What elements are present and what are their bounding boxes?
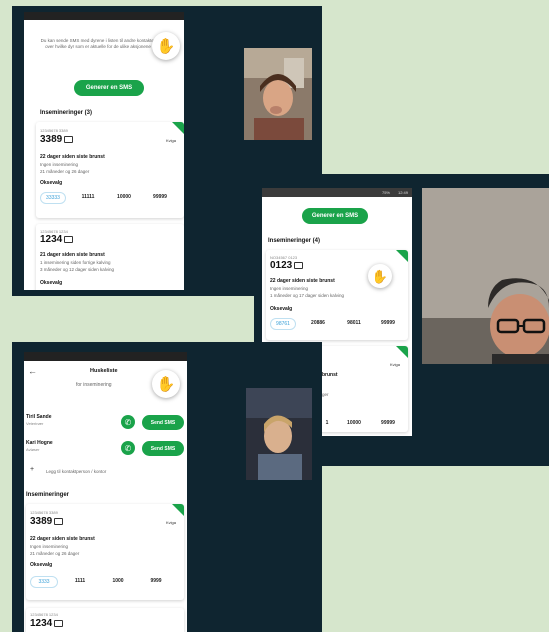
generate-sms-button[interactable]: Generer en SMS xyxy=(74,80,144,96)
bull-option-selected[interactable]: 3333 xyxy=(30,576,58,588)
insemination-card[interactable]: 12345678 1234 1234 21 dager siden siste … xyxy=(36,224,184,290)
participant-video-child xyxy=(246,388,312,480)
contact-role: Avløser xyxy=(26,447,40,452)
calving-text: 1 måneder og 17 dager siden kalving xyxy=(270,293,345,298)
animal-id-small: 12345678 3389 xyxy=(40,128,68,133)
animal-id: 3389 xyxy=(30,516,53,527)
ear-tag-icon xyxy=(64,235,74,243)
participant-video-image xyxy=(246,388,312,480)
raise-hand-button[interactable]: ✋ xyxy=(368,264,392,288)
call-phone-icon[interactable]: ✆ xyxy=(121,415,135,429)
screen-subtitle: for inseminering xyxy=(76,382,112,388)
bull-option[interactable]: 99999 xyxy=(376,320,400,326)
status-corner xyxy=(396,346,408,358)
bull-option[interactable]: 20886 xyxy=(306,320,330,326)
add-contact-link[interactable]: Legg til kontaktperson / kontor xyxy=(46,469,106,474)
status-corner xyxy=(396,250,408,262)
okse-label: Oksevalg xyxy=(40,280,63,286)
raised-hand-icon: ✋ xyxy=(371,268,389,284)
raised-hand-icon: ✋ xyxy=(156,37,176,55)
shared-phone-screen-1: Du kan sende SMS med dyrene i listen til… xyxy=(24,12,184,290)
ear-tag-icon xyxy=(54,619,64,627)
section-title: Insemineringer (3) xyxy=(40,110,93,116)
bull-option[interactable]: 99999 xyxy=(148,194,172,200)
insemination-status: Ingen inseminering xyxy=(30,544,69,549)
sms-note: Du kan sende SMS med dyrene i listen til… xyxy=(40,38,156,49)
raise-hand-button[interactable]: ✋ xyxy=(152,32,180,60)
participant-video-man xyxy=(422,188,549,364)
bull-option[interactable]: 1000 xyxy=(106,578,130,584)
participant-video-woman xyxy=(244,48,312,140)
insemination-status: 1 inseminering siden forrige kalving xyxy=(40,260,111,265)
bull-option[interactable]: 10000 xyxy=(342,420,366,426)
section-title: Insemineringer xyxy=(26,492,70,498)
insemination-card[interactable]: 12345678 1234 1234 xyxy=(26,608,184,632)
bull-option[interactable]: 99999 xyxy=(376,420,400,426)
okse-label: Oksevalg xyxy=(40,180,63,186)
days-since-heat: 22 dager siden siste brunst xyxy=(270,278,335,284)
insemination-card[interactable]: 12345678 3389 3389 Kviga 22 dager siden … xyxy=(36,122,184,218)
section-title: Insemineringer (4) xyxy=(268,238,321,244)
days-since-heat: 22 dager siden siste brunst xyxy=(30,536,95,542)
animal-id-small: 12345678 1234 xyxy=(30,612,58,617)
animal-badge: Kviga xyxy=(166,520,177,525)
status-time: 12:49 xyxy=(397,190,408,195)
animal-id: 3389 xyxy=(40,134,63,145)
animal-id-small: 12345678 3389 xyxy=(30,510,58,515)
days-since-heat: 21 dager siden siste brunst xyxy=(40,252,105,258)
generate-sms-button[interactable]: Generer en SMS xyxy=(302,208,368,224)
ear-tag-icon xyxy=(294,261,304,269)
status-battery: 75% xyxy=(381,190,390,195)
send-sms-button[interactable]: Send SMS xyxy=(142,415,184,430)
bull-option[interactable]: 98011 xyxy=(342,320,366,326)
raised-hand-icon: ✋ xyxy=(156,375,176,393)
participant-video-image xyxy=(244,48,312,140)
age-text: 21 måneder og 26 dager xyxy=(30,551,80,556)
send-sms-button[interactable]: Send SMS xyxy=(142,441,184,456)
animal-id: 0123 xyxy=(270,260,293,271)
okse-label: Oksevalg xyxy=(30,562,53,568)
status-corner xyxy=(172,504,184,516)
shared-phone-screen-3: ← Huskeliste for inseminering ✋ Tiril Sa… xyxy=(24,352,187,632)
ear-tag-icon xyxy=(64,135,74,143)
contact-name: Tiril Sande xyxy=(26,414,52,420)
animal-badge: Kviga xyxy=(166,138,177,143)
call-phone-icon[interactable]: ✆ xyxy=(121,441,135,455)
raise-hand-button[interactable]: ✋ xyxy=(152,370,180,398)
screen-title: Huskeliste xyxy=(90,368,118,374)
okse-label: Oksevalg xyxy=(270,306,293,312)
bull-option[interactable]: 9999 xyxy=(144,578,168,584)
bull-option-selected[interactable]: 33333 xyxy=(40,192,66,204)
bull-option[interactable]: 1 xyxy=(322,420,332,426)
contact-role: Veterinær xyxy=(26,421,44,426)
animal-id: 1234 xyxy=(40,234,63,245)
arrow-left-icon[interactable]: ← xyxy=(28,366,37,376)
animal-badge: Kviga xyxy=(390,362,401,367)
video-call-window-3: ← Huskeliste for inseminering ✋ Tiril Sa… xyxy=(12,342,322,632)
days-since-heat: brunst xyxy=(322,372,338,378)
insemination-status: Ingen inseminering xyxy=(270,286,309,291)
calving-text: 3 måneder og 12 dager siden kalving xyxy=(40,267,115,272)
insemination-status: ger xyxy=(322,392,329,397)
participant-video-image xyxy=(422,188,549,364)
insemination-card[interactable]: 12345678 3389 3389 Kviga 22 dager siden … xyxy=(26,504,184,600)
ear-tag-icon xyxy=(54,517,64,525)
add-contact-plus-icon[interactable]: + xyxy=(30,466,34,473)
bull-option-selected[interactable]: 98761 xyxy=(270,318,296,330)
status-corner xyxy=(172,122,184,134)
animal-id: 1234 xyxy=(30,618,53,629)
insemination-card[interactable]: NO34567 0123 0123 22 dager siden siste b… xyxy=(266,250,408,340)
bull-option[interactable]: 11111 xyxy=(76,194,100,200)
insemination-status: Ingen inseminering xyxy=(40,162,79,167)
days-since-heat: 22 dager siden siste brunst xyxy=(40,154,105,160)
bull-option[interactable]: 1111 xyxy=(68,578,92,584)
contact-name: Kari Hogne xyxy=(26,440,53,446)
bull-option[interactable]: 10000 xyxy=(112,194,136,200)
age-text: 21 måneder og 26 dager xyxy=(40,169,90,174)
